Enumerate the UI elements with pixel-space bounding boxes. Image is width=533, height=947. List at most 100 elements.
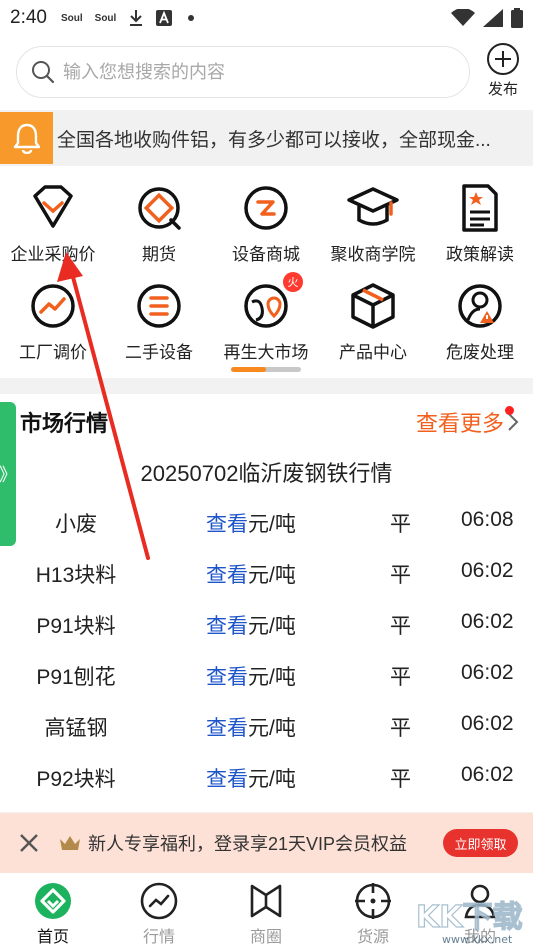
table-row: P91刨花 查看 元/吨 平 06:02 bbox=[0, 661, 533, 711]
row-view-link[interactable]: 查看 bbox=[206, 661, 248, 691]
wifi-icon bbox=[451, 9, 475, 26]
category-academy[interactable]: 聚收商学院 bbox=[320, 182, 426, 265]
row-time: 06:02 bbox=[461, 661, 514, 684]
table-row: P91块料 查看 元/吨 平 06:02 bbox=[0, 610, 533, 660]
status-bar: 2:40 Soul Soul bbox=[0, 0, 533, 36]
tab-market[interactable]: 行情 bbox=[106, 881, 212, 947]
grid-scroll-indicator bbox=[231, 367, 301, 372]
site-watermark: KK下载 www.kkx.net bbox=[415, 899, 523, 946]
category-label: 再生大市场 bbox=[223, 343, 309, 362]
row-unit: 元/吨 bbox=[248, 564, 296, 587]
status-app-soul: Soul bbox=[60, 12, 83, 24]
futures-diamond-icon bbox=[138, 187, 181, 230]
category-label: 工厂调价 bbox=[19, 343, 87, 362]
graduation-cap-icon bbox=[347, 187, 399, 226]
tab-label: 行情 bbox=[142, 929, 175, 946]
row-unit: 元/吨 bbox=[248, 615, 296, 638]
row-time: 06:02 bbox=[461, 712, 514, 735]
row-trend: 平 bbox=[390, 768, 411, 791]
side-drawer-tab[interactable]: 》 bbox=[0, 402, 17, 546]
row-time: 06:02 bbox=[461, 559, 514, 582]
row-name: P92块料 bbox=[36, 768, 116, 791]
tab-label: 货源 bbox=[356, 929, 389, 946]
category-futures[interactable]: 期货 bbox=[106, 182, 212, 265]
market-section: 市场行情 查看更多 20250702临沂废钢铁行情 小废 查看 元/吨 平 06… bbox=[0, 394, 533, 812]
publish-button[interactable]: 发布 bbox=[480, 42, 526, 99]
plus-circle-icon bbox=[487, 43, 519, 75]
category-grid: 企业采购价 期货 设备商城 聚收商学院 政策解读 工厂调价 二手设备 再生大市场… bbox=[0, 166, 533, 378]
table-row: P92块料 查看 元/吨 平 06:02 bbox=[0, 763, 533, 813]
category-secondhand[interactable]: 二手设备 bbox=[106, 280, 212, 363]
search-header: 发布 bbox=[0, 36, 533, 110]
tab-home[interactable]: 首页 bbox=[0, 881, 106, 947]
row-unit: 元/吨 bbox=[248, 768, 296, 791]
category-label: 产品中心 bbox=[339, 343, 407, 362]
status-app-soul-2: Soul bbox=[94, 12, 117, 24]
row-name: P91刨花 bbox=[36, 666, 116, 689]
tab-label: 首页 bbox=[36, 929, 69, 946]
app-a-icon bbox=[156, 10, 173, 26]
market-trend-icon bbox=[140, 882, 178, 920]
search-box[interactable] bbox=[16, 46, 470, 98]
row-view-link[interactable]: 查看 bbox=[206, 610, 248, 640]
grid-scroll-fill bbox=[231, 367, 266, 372]
notice-bar[interactable]: 全国各地收购件铝，有多少都可以接收，全部现金... bbox=[0, 112, 533, 164]
row-view-link[interactable]: 查看 bbox=[206, 763, 248, 793]
secondhand-icon bbox=[137, 284, 181, 328]
promo-banner[interactable]: 新人专享福利，登录享21天VIP会员权益 立即领取 bbox=[0, 813, 533, 873]
row-unit: 元/吨 bbox=[248, 717, 296, 740]
category-label: 聚收商学院 bbox=[330, 245, 416, 264]
supply-target-icon bbox=[355, 883, 391, 919]
crown-icon bbox=[60, 836, 80, 850]
notice-icon-box bbox=[0, 112, 53, 164]
row-view-link[interactable]: 查看 bbox=[206, 508, 248, 538]
download-icon bbox=[130, 10, 143, 26]
shield-check-icon bbox=[33, 185, 73, 228]
battery-icon bbox=[511, 8, 523, 28]
close-icon bbox=[20, 834, 38, 852]
table-row: 小废 查看 元/吨 平 06:08 bbox=[0, 508, 533, 558]
signal-icon bbox=[483, 9, 503, 27]
watermark-url: www.kkx.net bbox=[442, 933, 513, 946]
row-name: 高锰钢 bbox=[44, 717, 108, 740]
row-name: P91块料 bbox=[36, 615, 116, 638]
publish-label: 发布 bbox=[487, 81, 518, 98]
status-time: 2:40 bbox=[10, 7, 47, 28]
search-icon bbox=[32, 61, 55, 84]
category-enterprise-price[interactable]: 企业采购价 bbox=[0, 182, 106, 265]
row-view-link[interactable]: 查看 bbox=[206, 559, 248, 589]
claim-now-button[interactable]: 立即领取 bbox=[443, 829, 518, 857]
hazard-person-icon bbox=[458, 284, 502, 328]
row-unit: 元/吨 bbox=[248, 513, 296, 536]
row-trend: 平 bbox=[390, 666, 411, 689]
view-more-label: 查看更多 bbox=[416, 411, 505, 436]
business-circle-icon bbox=[250, 884, 282, 918]
row-view-link[interactable]: 查看 bbox=[206, 712, 248, 742]
category-product-center[interactable]: 产品中心 bbox=[320, 280, 426, 363]
notice-text: 全国各地收购件铝，有多少都可以接收，全部现金... bbox=[57, 129, 491, 151]
row-time: 06:02 bbox=[461, 763, 514, 786]
search-input[interactable] bbox=[63, 61, 443, 83]
category-hazard-waste[interactable]: 危废处理 bbox=[427, 280, 533, 363]
promo-close-button[interactable] bbox=[0, 833, 58, 853]
category-label: 设备商城 bbox=[232, 245, 300, 264]
category-label: 期货 bbox=[142, 245, 176, 264]
tab-supply[interactable]: 货源 bbox=[320, 881, 426, 947]
bell-icon bbox=[13, 123, 40, 154]
category-factory-price[interactable]: 工厂调价 bbox=[0, 280, 106, 363]
category-recycle-market[interactable]: 再生大市场 bbox=[213, 280, 319, 363]
category-equipment-mall[interactable]: 设备商城 bbox=[213, 182, 319, 265]
trend-chart-icon bbox=[31, 284, 75, 328]
notification-dot-icon bbox=[188, 15, 195, 21]
category-label: 政策解读 bbox=[446, 245, 514, 264]
table-row: H13块料 查看 元/吨 平 06:02 bbox=[0, 559, 533, 609]
tab-business-circle[interactable]: 商圈 bbox=[213, 881, 319, 947]
category-label: 二手设备 bbox=[125, 343, 193, 362]
hot-badge: 火 bbox=[283, 272, 303, 292]
market-title: 市场行情 bbox=[20, 411, 109, 436]
table-row: 高锰钢 查看 元/吨 平 06:02 bbox=[0, 712, 533, 762]
row-name: H13块料 bbox=[35, 564, 117, 587]
watermark-text: KK下载 bbox=[416, 900, 523, 935]
category-policy[interactable]: 政策解读 bbox=[427, 182, 533, 265]
market-subtitle: 20250702临沂废钢铁行情 bbox=[140, 461, 393, 486]
